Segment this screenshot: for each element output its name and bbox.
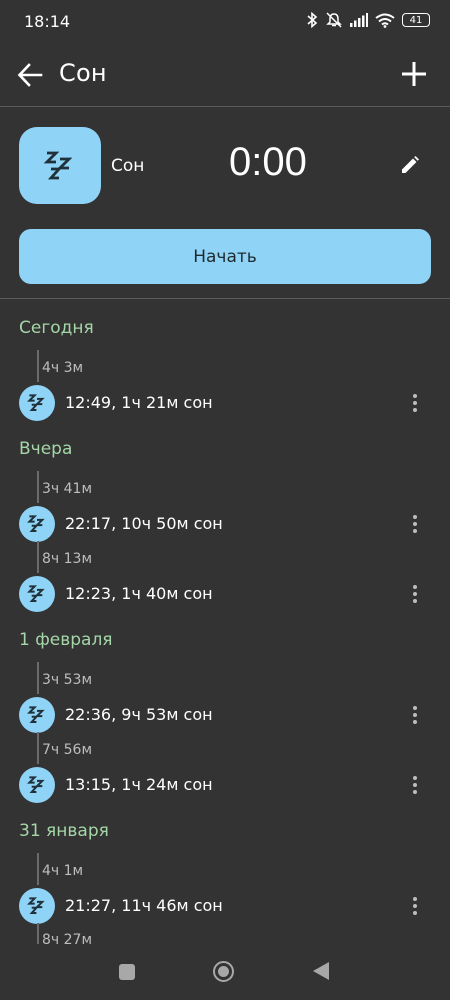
- entry-text: 21:27, 11ч 46м сон: [65, 896, 223, 915]
- more-options-icon[interactable]: [405, 580, 425, 608]
- battery-icon: 41: [402, 13, 430, 27]
- gap-label: 4ч 1м: [42, 863, 84, 879]
- divider-top: [0, 106, 450, 107]
- entry-text: 12:23, 1ч 40м сон: [65, 584, 213, 603]
- day-header: 1 февраля: [19, 630, 113, 650]
- sleep-icon: [19, 697, 55, 733]
- gap-label: 8ч 13м: [42, 551, 93, 567]
- day-header: Сегодня: [19, 318, 94, 338]
- timeline-line: [37, 350, 39, 382]
- more-options-icon[interactable]: [405, 771, 425, 799]
- day-header: 31 января: [19, 821, 109, 841]
- timeline-line: [37, 732, 39, 764]
- timer-display: 0:00: [229, 140, 307, 184]
- entry-text: 22:17, 10ч 50м сон: [65, 514, 223, 533]
- activity-icon-tile[interactable]: [19, 127, 101, 204]
- bluetooth-icon: [307, 12, 318, 28]
- signal-icon: [350, 13, 368, 27]
- sleep-icon: [19, 506, 55, 542]
- add-button[interactable]: [398, 58, 430, 90]
- edit-button[interactable]: [396, 151, 424, 179]
- plus-icon: [402, 62, 426, 86]
- start-button[interactable]: Начать: [19, 229, 431, 284]
- status-bar: 18:14 41: [0, 0, 450, 44]
- divider-bottom: [0, 298, 450, 299]
- entry-text: 12:49, 1ч 21м сон: [65, 393, 213, 412]
- activity-name: Сон: [111, 156, 145, 176]
- list-item[interactable]: 12:23, 1ч 40м сон: [0, 572, 450, 616]
- system-nav-bar: [0, 944, 450, 1000]
- timeline-line: [37, 923, 39, 944]
- list-item[interactable]: 22:36, 9ч 53м сон: [0, 693, 450, 737]
- sleep-icon: [19, 576, 55, 612]
- timeline-line: [37, 662, 39, 694]
- wifi-icon: [375, 13, 395, 28]
- sleep-icon: [19, 767, 55, 803]
- entry-text: 13:15, 1ч 24м сон: [65, 775, 213, 794]
- sleep-icon: [43, 151, 73, 179]
- entry-text: 22:36, 9ч 53м сон: [65, 705, 213, 724]
- sleep-icon: [19, 888, 55, 924]
- status-time: 18:14: [24, 12, 71, 31]
- timeline-line: [37, 541, 39, 573]
- nav-back-icon[interactable]: [313, 962, 329, 980]
- gap-label: 7ч 56м: [42, 742, 93, 758]
- list-item[interactable]: 13:15, 1ч 24м сон: [0, 763, 450, 807]
- gap-label: 3ч 41м: [42, 481, 93, 497]
- more-options-icon[interactable]: [405, 892, 425, 920]
- back-button[interactable]: [14, 59, 46, 91]
- status-icons: 41: [306, 12, 430, 28]
- page-title: Сон: [59, 59, 107, 87]
- gap-label: 3ч 53м: [42, 672, 93, 688]
- mute-icon: [326, 12, 342, 28]
- more-options-icon[interactable]: [405, 701, 425, 729]
- sleep-icon: [19, 385, 55, 421]
- more-options-icon[interactable]: [405, 389, 425, 417]
- list-item[interactable]: 12:49, 1ч 21м сон: [0, 381, 450, 425]
- arrow-back-icon: [17, 63, 43, 87]
- battery-level: 41: [409, 14, 423, 26]
- day-header: Вчера: [19, 439, 73, 459]
- gap-label: 4ч 3м: [42, 360, 84, 376]
- timeline-line: [37, 853, 39, 885]
- list-item[interactable]: 21:27, 11ч 46м сон: [0, 884, 450, 928]
- pencil-icon: [402, 156, 419, 173]
- timeline-line: [37, 471, 39, 503]
- more-options-icon[interactable]: [405, 510, 425, 538]
- recent-apps-icon[interactable]: [119, 964, 135, 980]
- home-icon[interactable]: [213, 961, 234, 982]
- app-bar: Сон: [0, 44, 450, 106]
- list-item[interactable]: 22:17, 10ч 50м сон: [0, 502, 450, 546]
